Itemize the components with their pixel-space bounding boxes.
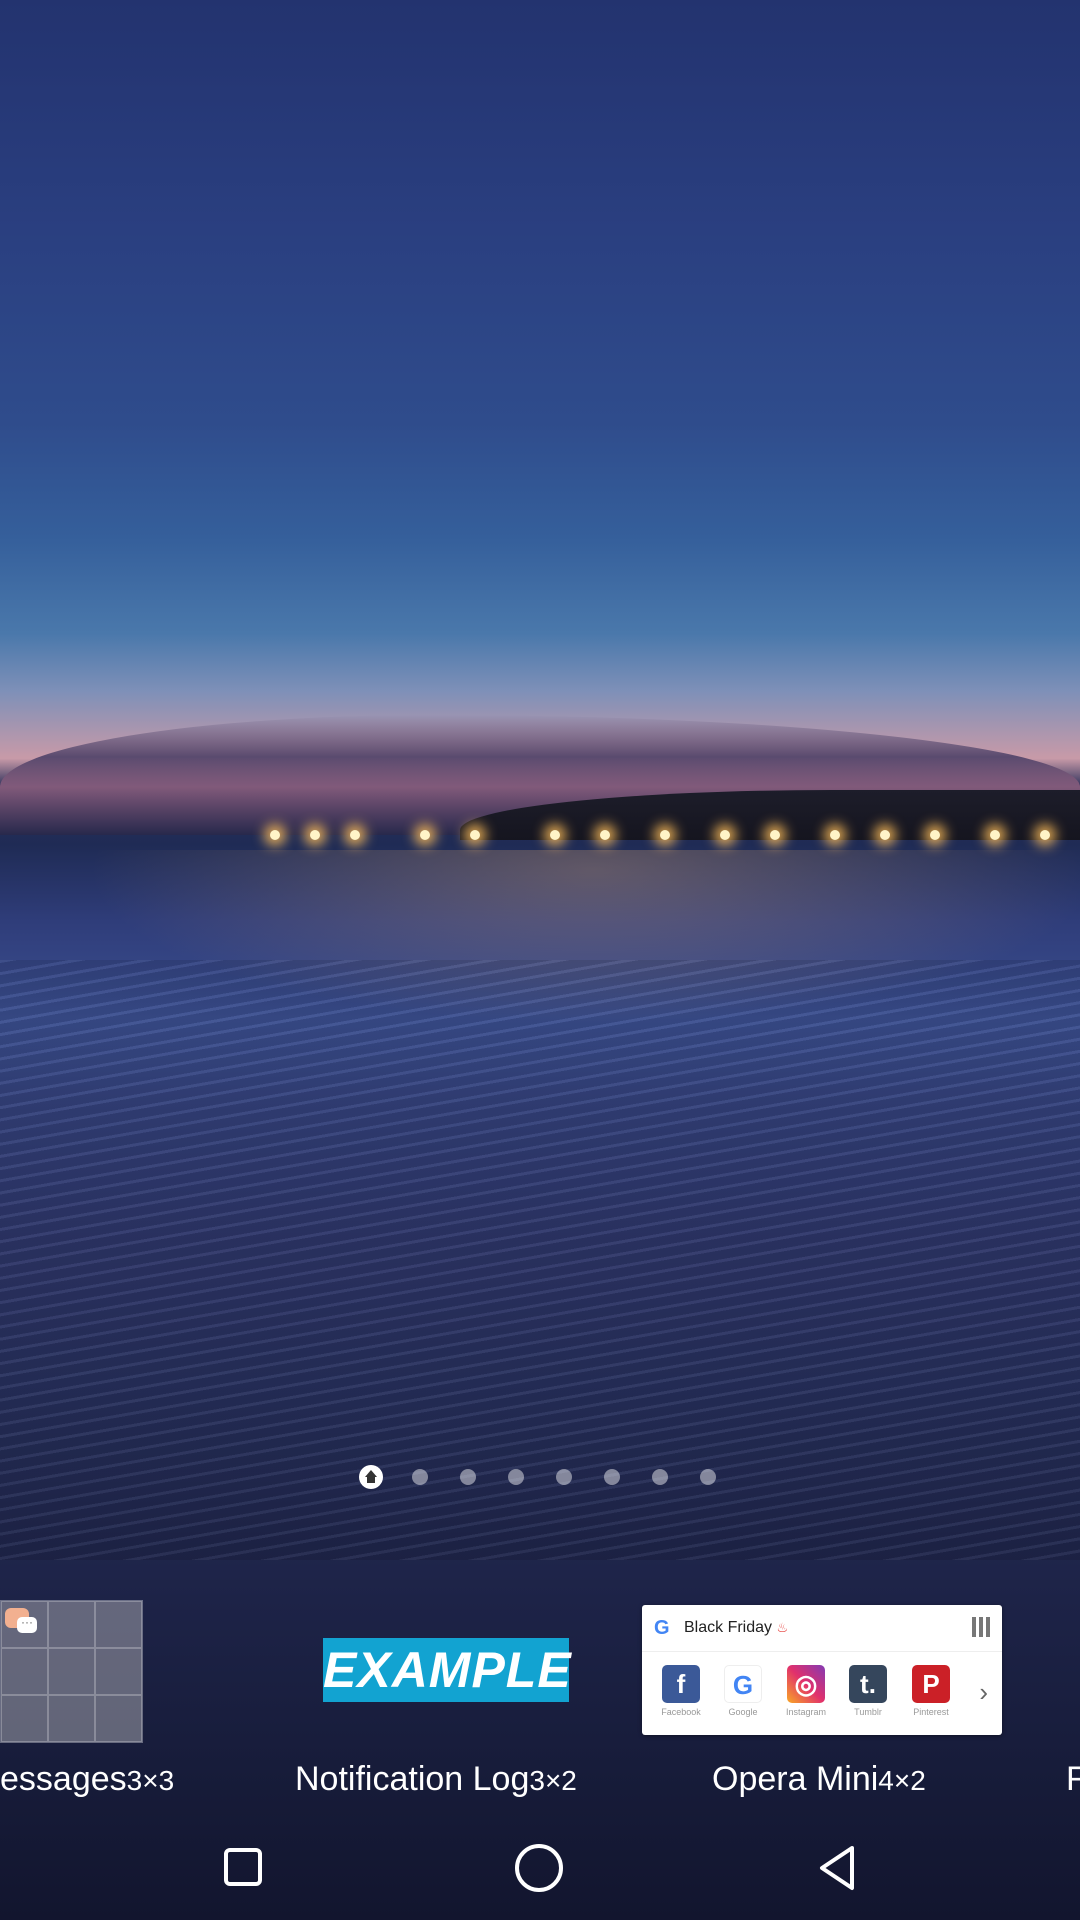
widget-picker-row: ··· essages3×3 EXAMPLE Notification Log3… [0, 1590, 1080, 1820]
widget-label: Notification Log3×2 [295, 1760, 577, 1799]
widget-name: Notification Log [295, 1760, 530, 1798]
home-screen: ··· essages3×3 EXAMPLE Notification Log3… [0, 0, 1080, 1920]
instagram-icon: ◎ [787, 1665, 825, 1703]
widget-size: 4×2 [878, 1765, 926, 1796]
home-page-dot[interactable] [359, 1465, 383, 1489]
recent-apps-icon [224, 1848, 262, 1886]
app-label: Google [728, 1707, 758, 1717]
facebook-icon: f [662, 1665, 700, 1703]
back-icon [820, 1846, 854, 1890]
pinterest-icon: P [912, 1665, 950, 1703]
widget-name: F [1066, 1760, 1080, 1798]
opera-search-bar[interactable]: G Black Friday ♨ [642, 1605, 1002, 1652]
widget-size: 3×3 [126, 1765, 175, 1796]
speed-dial-tumblr[interactable]: t. Tumblr [843, 1665, 893, 1729]
speed-dial-pinterest[interactable]: P Pinterest [906, 1665, 956, 1729]
widget-label: Opera Mini4×2 [712, 1760, 926, 1799]
app-label: Facebook [661, 1707, 701, 1717]
navigation-bar [0, 1820, 1080, 1920]
app-label: Tumblr [854, 1707, 882, 1717]
speed-dial-facebook[interactable]: f Facebook [656, 1665, 706, 1729]
chevron-right-icon[interactable]: › [979, 1677, 988, 1708]
page-indicator[interactable] [0, 1465, 1080, 1489]
widget-label: essages3×3 [0, 1760, 174, 1799]
recent-apps-button[interactable] [216, 1840, 272, 1896]
google-g-icon: G [654, 1617, 670, 1639]
messages-icon: ··· [5, 1608, 39, 1636]
notification-log-preview[interactable]: EXAMPLE [323, 1638, 571, 1702]
search-query: Black Friday [684, 1619, 773, 1636]
app-label: Pinterest [913, 1707, 949, 1717]
page-dot[interactable] [460, 1469, 476, 1485]
speed-dial-instagram[interactable]: ◎ Instagram [781, 1665, 831, 1729]
page-dot[interactable] [412, 1469, 428, 1485]
widget-size: 3×2 [529, 1765, 577, 1796]
page-dot[interactable] [556, 1469, 572, 1485]
opera-search-text: Black Friday ♨ [684, 1619, 788, 1637]
page-dot[interactable] [604, 1469, 620, 1485]
page-dot[interactable] [652, 1469, 668, 1485]
back-button[interactable] [810, 1840, 866, 1896]
widget-name: Opera Mini [712, 1760, 879, 1798]
tumblr-icon: t. [849, 1665, 887, 1703]
home-icon [515, 1844, 563, 1892]
opera-mini-preview[interactable]: G Black Friday ♨ f Facebook G Google ◎ I… [642, 1605, 1002, 1735]
fire-icon: ♨ [776, 1620, 789, 1635]
opera-speed-dial: f Facebook G Google ◎ Instagram t. Tumbl… [656, 1665, 976, 1729]
app-label: Instagram [785, 1707, 827, 1717]
page-dot[interactable] [508, 1469, 524, 1485]
qr-code-icon[interactable] [972, 1617, 992, 1637]
google-icon: G [724, 1665, 762, 1703]
wallpaper-shore-lights [270, 830, 1060, 842]
widget-label: F [1066, 1760, 1080, 1799]
home-button[interactable] [511, 1840, 567, 1896]
widget-name: essages [0, 1760, 127, 1798]
page-dot[interactable] [700, 1469, 716, 1485]
speed-dial-google[interactable]: G Google [718, 1665, 768, 1729]
